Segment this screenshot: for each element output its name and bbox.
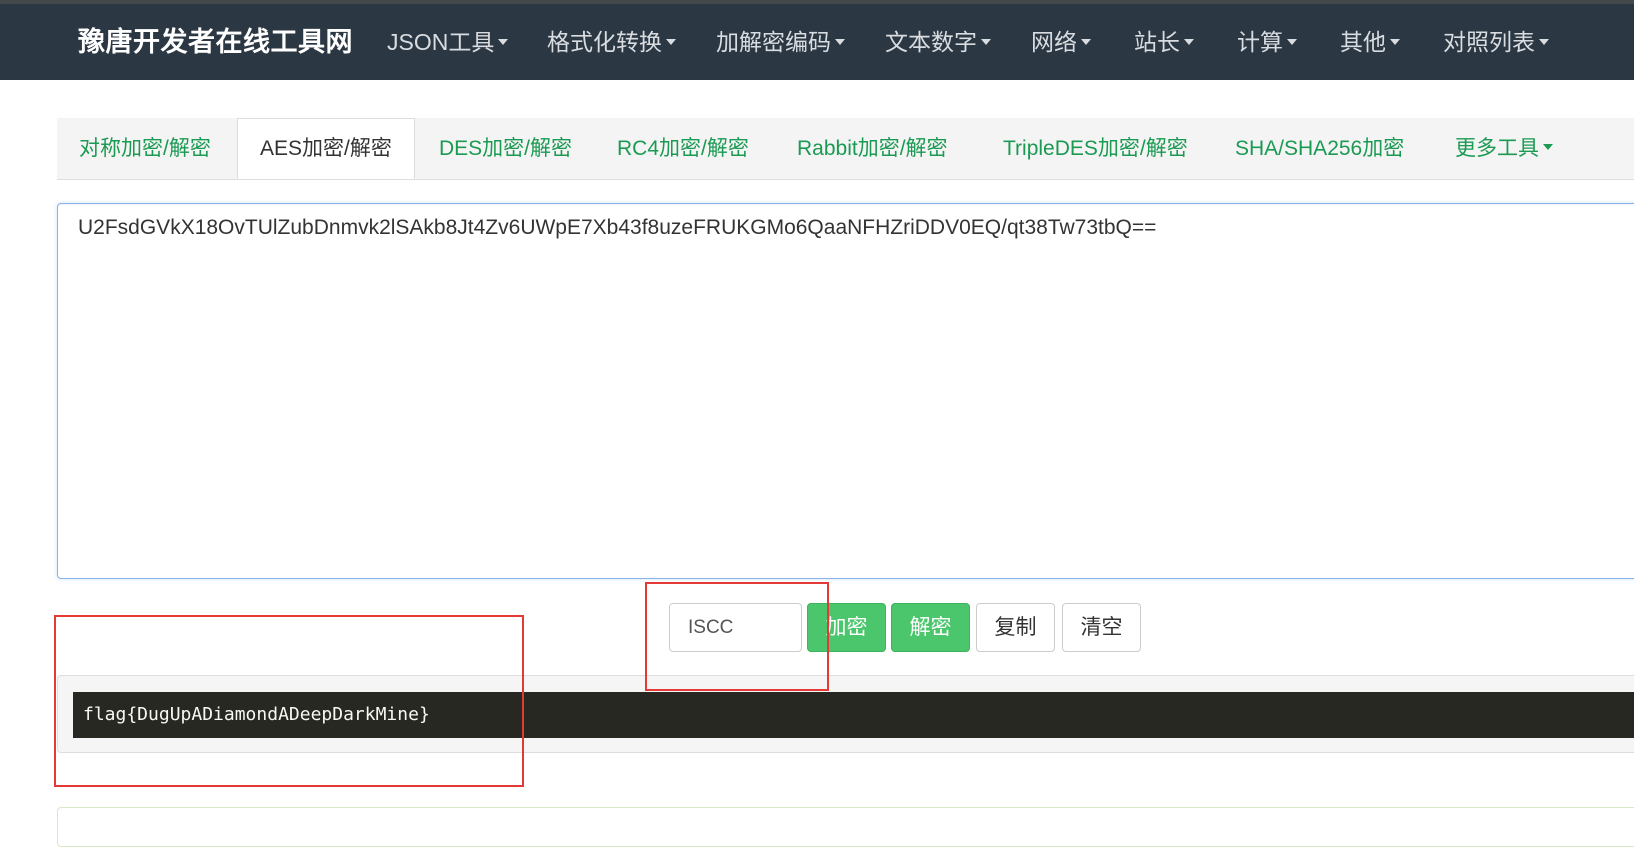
- tab-rabbit[interactable]: Rabbit加密/解密: [797, 118, 948, 179]
- caret-down-icon: [1184, 38, 1194, 45]
- bottom-info-panel: [57, 807, 1634, 847]
- tool-tabs: 对称加密/解密 AES加密/解密 DES加密/解密 RC4加密/解密 Rabbi…: [57, 118, 1634, 180]
- nav-label: 计算: [1237, 29, 1283, 55]
- caret-down-icon: [498, 38, 509, 45]
- nav-text-number[interactable]: 文本数字: [885, 4, 991, 80]
- nav-label: 站长: [1134, 29, 1180, 55]
- clear-button[interactable]: 清空: [1062, 603, 1141, 652]
- tab-symmetric[interactable]: 对称加密/解密: [79, 118, 211, 179]
- caret-down-icon: [1081, 38, 1091, 45]
- caret-down-icon: [1287, 38, 1297, 45]
- nav-other[interactable]: 其他: [1340, 4, 1400, 80]
- tab-des[interactable]: DES加密/解密: [439, 118, 572, 179]
- decrypt-button[interactable]: 解密: [891, 603, 970, 652]
- nav-label: 格式化转换: [547, 29, 662, 55]
- nav-webmaster[interactable]: 站长: [1134, 4, 1194, 80]
- key-input[interactable]: ISCC: [669, 603, 802, 652]
- nav-label: 其他: [1340, 29, 1386, 55]
- caret-down-icon: [666, 38, 676, 45]
- nav-format-convert[interactable]: 格式化转换: [547, 4, 676, 80]
- nav-network[interactable]: 网络: [1031, 4, 1091, 80]
- nav-crypto-encoding[interactable]: 加解密编码: [716, 4, 845, 80]
- tab-rc4[interactable]: RC4加密/解密: [617, 118, 749, 179]
- result-panel: flag{DugUpADiamondADeepDarkMine}: [57, 675, 1634, 753]
- ciphertext-content: U2FsdGVkX18OvTUlZubDnmvk2lSAkb8Jt4Zv6UWp…: [78, 216, 1157, 239]
- result-output: flag{DugUpADiamondADeepDarkMine}: [73, 692, 1634, 738]
- caret-down-icon: [981, 38, 991, 45]
- nav-label: 对照列表: [1443, 29, 1535, 55]
- ciphertext-textarea[interactable]: U2FsdGVkX18OvTUlZubDnmvk2lSAkb8Jt4Zv6UWp…: [57, 203, 1634, 579]
- tab-label: 更多工具: [1455, 137, 1539, 160]
- encrypt-button[interactable]: 加密: [807, 603, 886, 652]
- tab-sha[interactable]: SHA/SHA256加密: [1235, 118, 1404, 179]
- tab-more-tools[interactable]: 更多工具: [1455, 118, 1553, 179]
- caret-down-icon: [1539, 38, 1549, 45]
- nav-label: 文本数字: [885, 29, 977, 55]
- nav-json-tools[interactable]: JSON工具: [387, 4, 509, 80]
- nav-label: JSON工具: [387, 29, 495, 55]
- nav-calculate[interactable]: 计算: [1237, 4, 1297, 80]
- tab-aes[interactable]: AES加密/解密: [237, 118, 415, 179]
- caret-down-icon: [835, 38, 845, 45]
- caret-down-icon: [1543, 144, 1553, 151]
- top-navbar: 豫唐开发者在线工具网 JSON工具 格式化转换 加解密编码 文本数字 网络 站长…: [0, 4, 1634, 80]
- copy-button[interactable]: 复制: [976, 603, 1055, 652]
- nav-label: 网络: [1031, 29, 1077, 55]
- nav-reference-tables[interactable]: 对照列表: [1443, 4, 1549, 80]
- tab-tripledes[interactable]: TripleDES加密/解密: [1003, 118, 1188, 179]
- site-brand[interactable]: 豫唐开发者在线工具网: [78, 4, 353, 80]
- caret-down-icon: [1390, 38, 1400, 45]
- nav-label: 加解密编码: [716, 29, 831, 55]
